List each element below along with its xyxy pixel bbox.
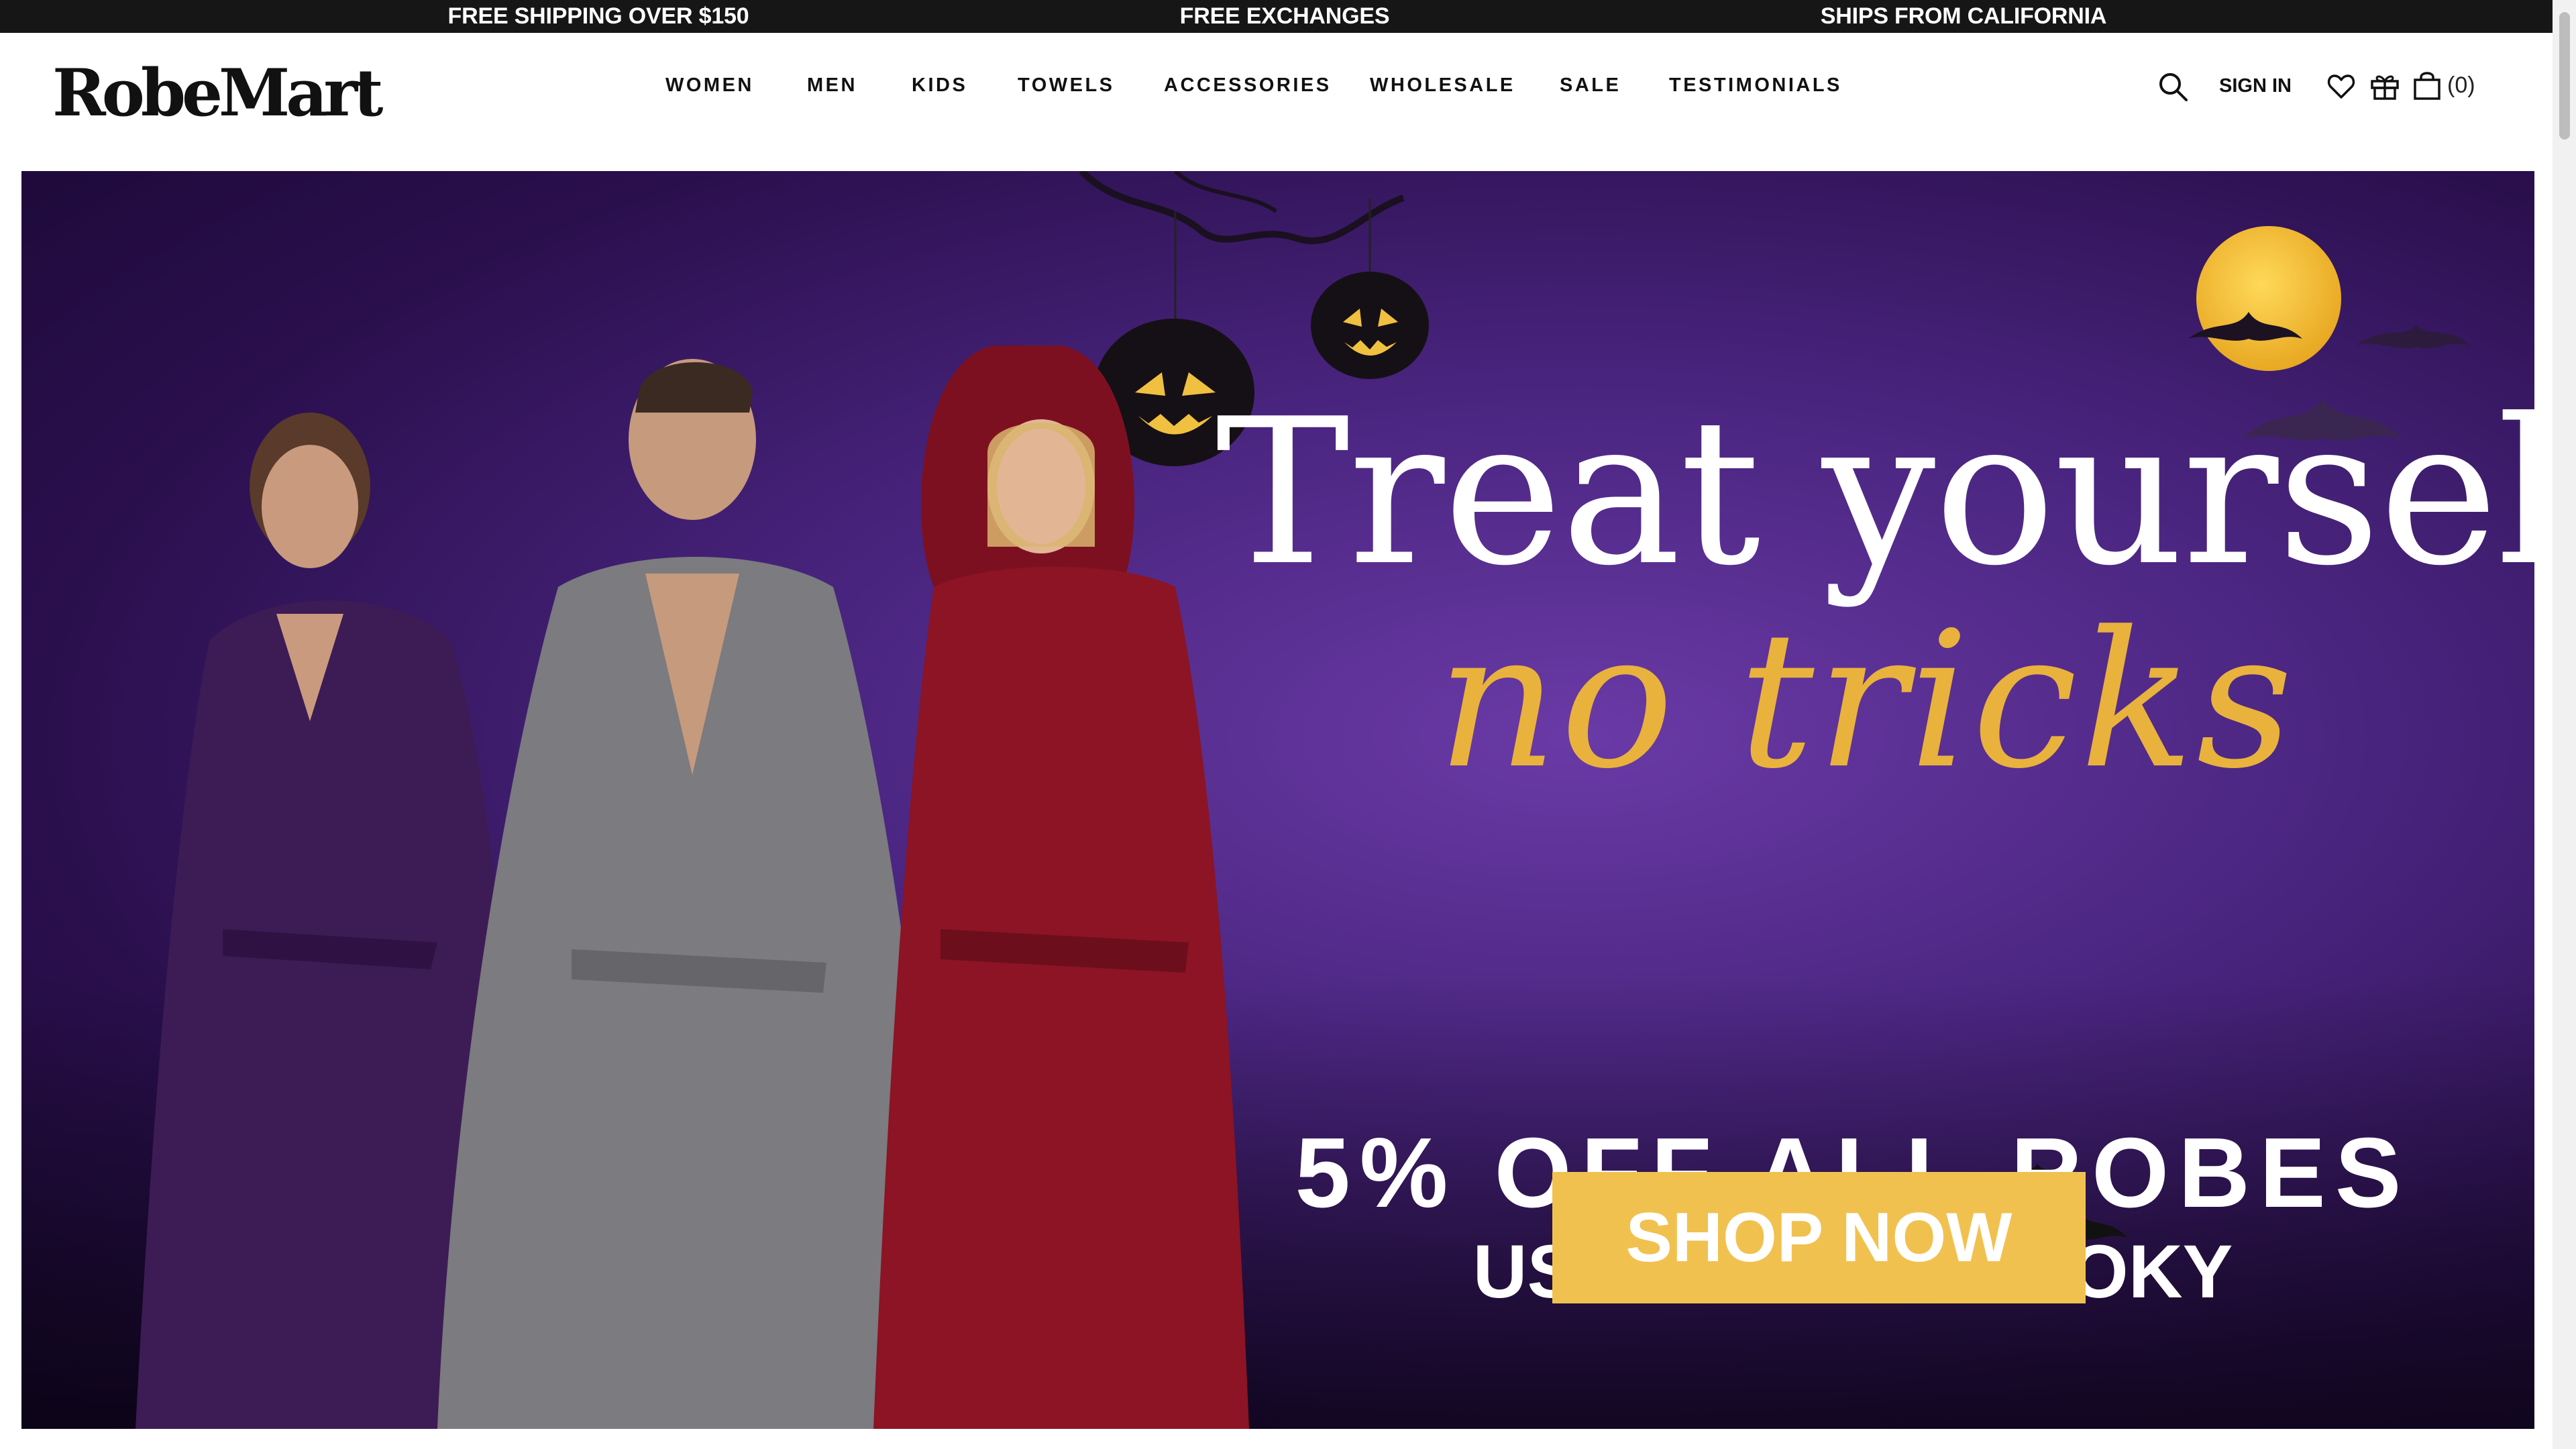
sign-in-link[interactable]: SIGN IN [2219,72,2292,99]
announcement-free-exchanges: FREE EXCHANGES [1179,3,1390,29]
hero-headline: Treat yourself [1216,376,2534,610]
site-header: RobeMart WOMEN MEN KIDS TOWELS ACCESSORI… [0,33,2553,171]
scrollbar-thumb[interactable] [2559,12,2570,140]
nav-testimonials[interactable]: TESTIMONIALS [1669,68,1842,102]
nav-men[interactable]: MEN [807,68,857,102]
heart-icon[interactable] [2326,72,2356,101]
nav-kids[interactable]: KIDS [912,68,967,102]
page-scrollbar[interactable] [2553,0,2576,1449]
shopping-bag-icon[interactable] [2412,69,2442,101]
announcement-bar: FREE SHIPPING OVER $150 FREE EXCHANGES S… [0,0,2553,33]
nav-women[interactable]: WOMEN [665,68,754,102]
nav-sale[interactable]: SALE [1560,68,1621,102]
announcement-free-shipping: FREE SHIPPING OVER $150 [447,3,749,29]
shop-now-button[interactable]: SHOP NOW [1552,1172,2086,1303]
cart-count[interactable]: (0) [2447,70,2475,100]
hero-banner[interactable]: Treat yourself no tricks 5% OFF ALL ROBE… [21,171,2534,1429]
nav-towels[interactable]: TOWELS [1018,68,1115,102]
gift-icon[interactable] [2369,70,2400,101]
nav-wholesale[interactable]: WHOLESALE [1370,68,1515,102]
pumpkin-right [1311,272,1429,379]
nav-accessories[interactable]: ACCESSORIES [1164,68,1332,102]
hero-script-text: no tricks [1436,592,2296,810]
model-red-robe [873,345,1249,1429]
announcement-ships-from: SHIPS FROM CALIFORNIA [1820,3,2107,29]
search-icon[interactable] [2157,70,2189,103]
model-grey-robe [437,359,947,1429]
